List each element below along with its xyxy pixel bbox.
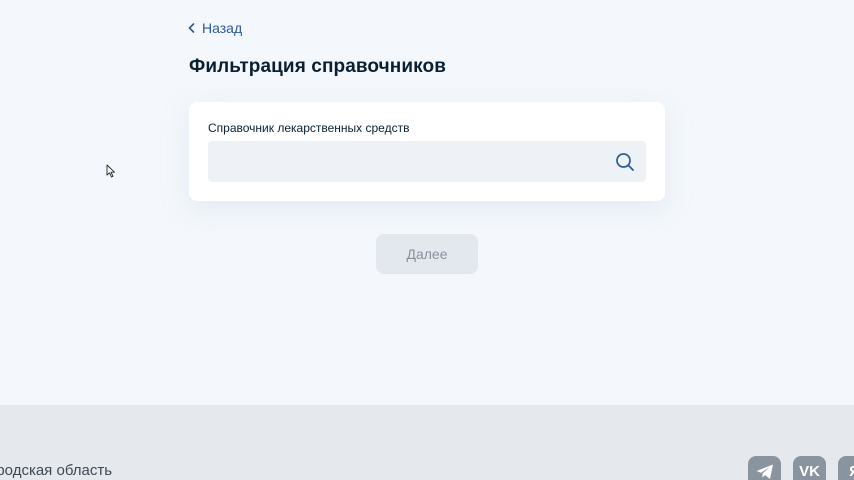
telegram-link[interactable] bbox=[748, 456, 781, 480]
ok-icon: Я bbox=[849, 463, 854, 480]
directory-field-label: Справочник лекарственных средств bbox=[208, 121, 410, 135]
footer-region-text: ородская область bbox=[0, 462, 113, 479]
mouse-cursor-icon bbox=[106, 164, 116, 178]
main-content: Назад Фильтрация справочников Справочник… bbox=[0, 0, 854, 405]
back-link[interactable]: Назад bbox=[188, 18, 242, 38]
search-icon[interactable] bbox=[615, 152, 635, 172]
filter-card: Справочник лекарственных средств bbox=[189, 102, 665, 201]
page: Назад Фильтрация справочников Справочник… bbox=[0, 0, 854, 480]
vk-link[interactable]: VK bbox=[793, 456, 826, 480]
search-field bbox=[208, 141, 646, 182]
vk-icon: VK bbox=[799, 463, 820, 480]
back-link-label: Назад bbox=[202, 20, 243, 36]
chevron-left-icon bbox=[188, 23, 195, 33]
page-title: Фильтрация справочников bbox=[189, 56, 446, 77]
search-input[interactable] bbox=[208, 141, 598, 182]
footer: ородская область VK Я bbox=[0, 405, 854, 480]
telegram-icon bbox=[755, 463, 775, 480]
next-button[interactable]: Далее bbox=[376, 234, 478, 274]
ok-link[interactable]: Я bbox=[838, 456, 854, 480]
